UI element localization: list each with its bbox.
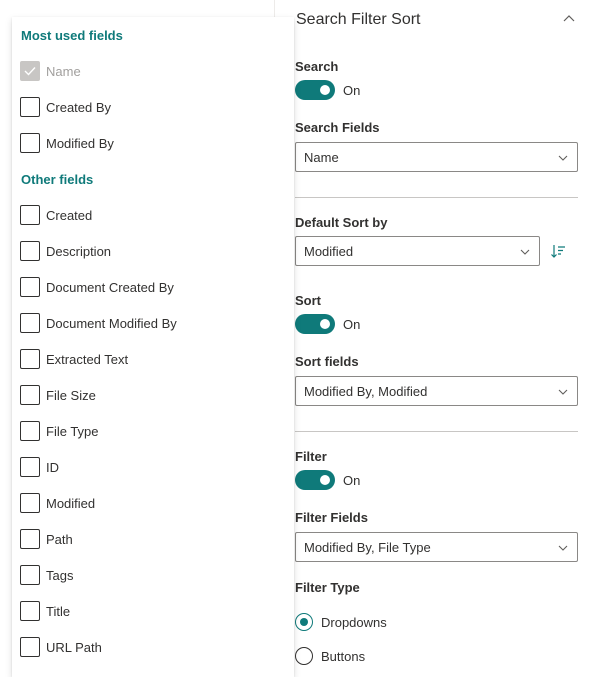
chevron-down-icon [558,389,568,395]
search-label: Search [295,59,339,74]
field-label: Modified [46,495,96,511]
panel-header[interactable]: Search Filter Sort [296,10,580,34]
field-label: File Size [46,387,96,403]
filter-fields-dropdown[interactable]: Modified By, File Type [295,532,578,562]
filter-fields-label: Filter Fields [295,510,368,525]
field-label: Tags [46,567,74,583]
divider [295,431,578,432]
default-sort-value: Modified [304,244,354,259]
field-item-created[interactable]: Created [20,204,92,226]
field-label: ID [46,459,59,475]
radio-dropdowns-label: Dropdowns [321,614,387,630]
field-item-modified-by[interactable]: Modified By [20,132,114,154]
sort-descending-icon[interactable] [550,243,566,259]
toggle-knob [320,319,330,329]
checkbox[interactable] [20,205,40,225]
field-item-document-created-by[interactable]: Document Created By [20,276,174,298]
field-label: Modified By [46,135,114,151]
checkbox[interactable] [20,493,40,513]
sort-fields-label: Sort fields [295,354,359,369]
search-toggle-row[interactable]: On [295,80,360,100]
field-item-file-type[interactable]: File Type [20,420,99,442]
checkbox[interactable] [20,241,40,261]
filter-toggle-row[interactable]: On [295,470,360,490]
filter-type-label: Filter Type [295,580,360,595]
divider [295,197,578,198]
search-fields-value: Name [304,150,339,165]
default-sort-label: Default Sort by [295,215,388,230]
field-label: Document Created By [46,279,174,295]
filter-toggle[interactable] [295,470,335,490]
field-item-title[interactable]: Title [20,600,70,622]
field-item-id[interactable]: ID [20,456,59,478]
checkbox[interactable] [20,133,40,153]
search-toggle-state: On [343,82,361,98]
field-item-description[interactable]: Description [20,240,111,262]
field-label: Title [46,603,71,619]
radio-buttons-label: Buttons [321,648,366,664]
chevron-down-icon [558,545,568,551]
search-toggle[interactable] [295,80,335,100]
sort-toggle-state: On [343,316,361,332]
search-fields-dropdown[interactable]: Name [295,142,578,172]
sort-toggle-row[interactable]: On [295,314,360,334]
sort-fields-dropdown[interactable]: Modified By, Modified [295,376,578,406]
field-picker-callout: Most used fields Name Created By Modifie… [12,17,294,677]
field-item-name: Name [20,60,81,82]
field-item-file-size[interactable]: File Size [20,384,96,406]
field-label: Extracted Text [46,351,129,367]
default-sort-dropdown[interactable]: Modified [295,236,540,266]
field-item-created-by[interactable]: Created By [20,96,111,118]
checkbox[interactable] [20,529,40,549]
field-label: Path [46,531,73,547]
field-item-document-modified-by[interactable]: Document Modified By [20,312,177,334]
checkbox [20,61,40,81]
field-item-path[interactable]: Path [20,528,73,550]
field-label: Description [46,243,112,259]
field-label: File Type [46,423,99,439]
sort-fields-value: Modified By, Modified [304,384,428,399]
field-item-extracted-text[interactable]: Extracted Text [20,348,128,370]
field-label: Document Modified By [46,315,177,331]
sort-label: Sort [295,293,321,308]
checkbox[interactable] [20,457,40,477]
field-item-modified[interactable]: Modified [20,492,95,514]
top-separator [274,0,275,17]
field-label: URL Path [46,639,102,655]
search-fields-label: Search Fields [295,120,380,135]
toggle-knob [320,475,330,485]
field-item-url-path[interactable]: URL Path [20,636,102,658]
most-used-header: Most used fields [21,28,123,43]
filter-label: Filter [295,449,327,464]
toggle-knob [320,85,330,95]
checkbox[interactable] [20,349,40,369]
panel-title: Search Filter Sort [296,11,421,28]
filter-fields-value: Modified By, File Type [304,540,431,555]
radio-dropdowns[interactable]: Dropdowns [295,612,387,632]
checkbox[interactable] [20,637,40,657]
checkbox[interactable] [20,601,40,621]
checkbox[interactable] [20,313,40,333]
radio-buttons[interactable]: Buttons [295,646,365,666]
checkbox[interactable] [20,565,40,585]
other-fields-header: Other fields [21,172,94,187]
chevron-down-icon [520,249,530,255]
checkbox[interactable] [20,385,40,405]
field-item-tags[interactable]: Tags [20,564,73,586]
checkbox[interactable] [20,277,40,297]
checkbox[interactable] [20,421,40,441]
checkmark-icon [24,67,36,76]
field-label: Name [46,63,81,79]
field-label: Created [46,207,93,223]
radio-buttons-circle[interactable] [295,647,313,665]
chevron-up-icon[interactable] [562,12,576,26]
checkbox[interactable] [20,97,40,117]
filter-toggle-state: On [343,472,361,488]
radio-dropdowns-circle[interactable] [295,613,313,631]
sort-toggle[interactable] [295,314,335,334]
field-label: Created By [46,99,112,115]
chevron-down-icon [558,155,568,161]
